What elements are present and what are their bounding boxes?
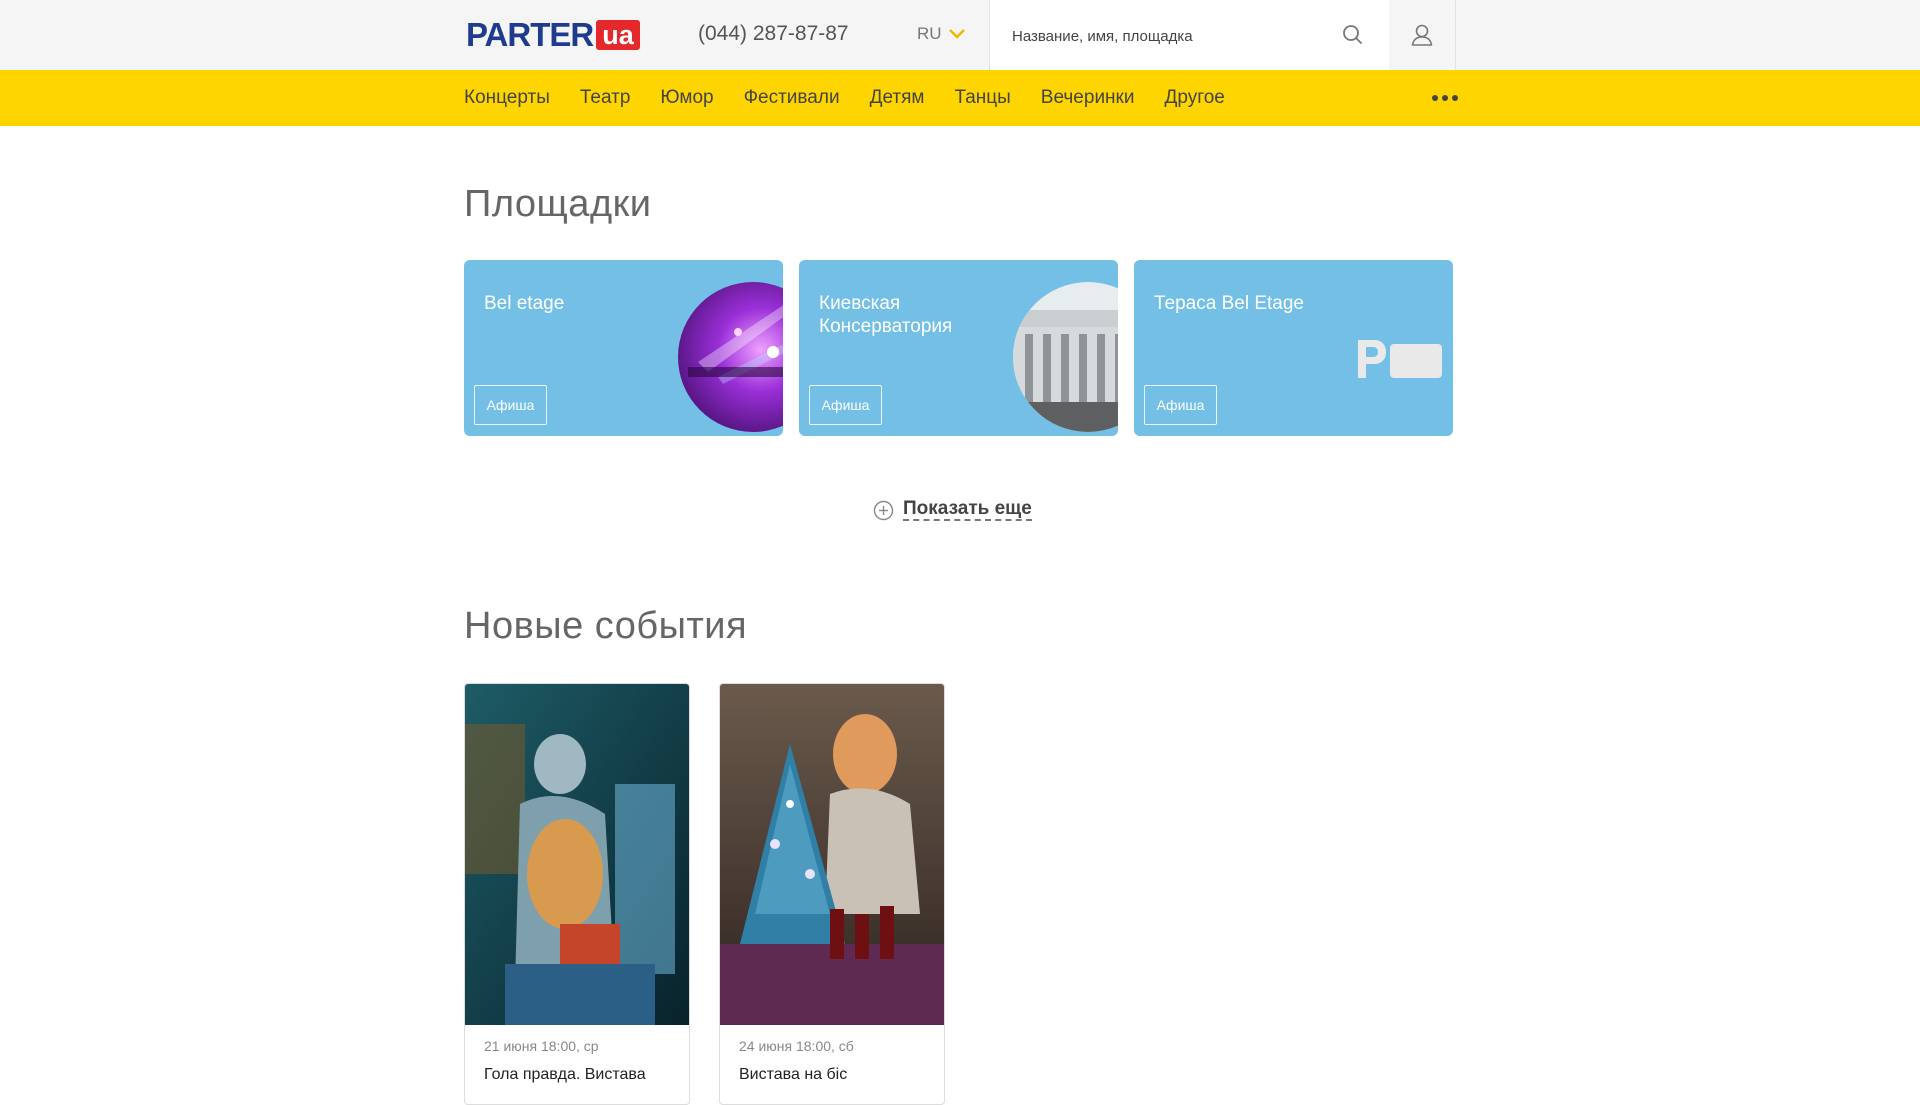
event-card[interactable]: 24 июня 18:00, сб Вистава на біс xyxy=(719,683,945,1105)
event-date: 24 июня 18:00, сб xyxy=(739,1038,854,1054)
venue-name: Тераса Bel Etage xyxy=(1154,293,1304,314)
more-dot-icon xyxy=(1442,95,1448,101)
nav-item-kids[interactable]: Детям xyxy=(870,87,925,109)
parter-placeholder-logo xyxy=(1358,340,1442,378)
venue-card-terasa-bel-etage[interactable]: Тераса Bel Etage Афиша xyxy=(1134,260,1453,436)
venue-name: Киевская Консерватория xyxy=(819,293,953,337)
event-image xyxy=(465,684,689,1025)
show-more-button[interactable]: Показать еще xyxy=(873,498,1032,522)
search-box xyxy=(989,0,1390,70)
language-label: RU xyxy=(917,24,942,43)
venue-card-kyiv-conservatory[interactable]: Киевская Консерватория Афиша xyxy=(799,260,1118,436)
more-dot-icon xyxy=(1432,95,1438,101)
nav-item-parties[interactable]: Вечеринки xyxy=(1041,87,1135,109)
event-title: Вистава на біс xyxy=(739,1066,848,1083)
parter-logo[interactable]: PARTER ua xyxy=(466,16,640,53)
phone-number[interactable]: (044) 287-87-87 xyxy=(698,22,849,46)
nav-item-other[interactable]: Другое xyxy=(1164,87,1224,109)
venue-name: Bel etage xyxy=(484,293,565,314)
search-input[interactable] xyxy=(1010,22,1334,50)
chevron-down-icon xyxy=(948,29,965,39)
venues-section-title: Площадки xyxy=(464,183,652,225)
venue-image-bel-etage xyxy=(678,282,783,432)
nav-item-festivals[interactable]: Фестивали xyxy=(744,87,840,109)
plus-circle-icon xyxy=(873,500,894,520)
user-icon xyxy=(1411,24,1433,46)
logo-text: PARTER xyxy=(466,16,594,53)
venue-image-conservatory xyxy=(1013,282,1118,432)
nav-item-concerts[interactable]: Концерты xyxy=(464,87,550,109)
event-card[interactable]: 21 июня 18:00, ср Гола правда. Вистава xyxy=(464,683,690,1105)
user-account-button[interactable] xyxy=(1389,0,1456,70)
event-date: 21 июня 18:00, ср xyxy=(484,1038,599,1054)
category-nav: Концерты Театр Юмор Фестивали Детям Танц… xyxy=(0,70,1920,126)
more-dot-icon xyxy=(1452,95,1458,101)
show-more-label: Показать еще xyxy=(903,498,1032,521)
more-menu-button[interactable] xyxy=(1432,88,1458,108)
logo-badge: ua xyxy=(596,20,640,50)
venue-card-bel-etage[interactable]: Bel etage Афиша xyxy=(464,260,783,436)
event-title: Гола правда. Вистава xyxy=(484,1066,646,1083)
search-icon xyxy=(1343,25,1362,44)
language-selector[interactable]: RU xyxy=(917,24,965,44)
top-header: PARTER ua (044) 287-87-87 RU xyxy=(0,0,1920,70)
nav-item-humor[interactable]: Юмор xyxy=(660,87,713,109)
afisha-button[interactable]: Афиша xyxy=(809,385,882,425)
events-section-title: Новые события xyxy=(464,605,748,647)
afisha-button[interactable]: Афиша xyxy=(1144,385,1217,425)
afisha-button[interactable]: Афиша xyxy=(474,385,547,425)
nav-item-theatre[interactable]: Театр xyxy=(580,87,631,109)
nav-list: Концерты Театр Юмор Фестивали Детям Танц… xyxy=(464,70,1255,126)
search-button[interactable] xyxy=(1340,22,1366,48)
nav-item-dance[interactable]: Танцы xyxy=(954,87,1010,109)
event-image xyxy=(720,684,944,1025)
